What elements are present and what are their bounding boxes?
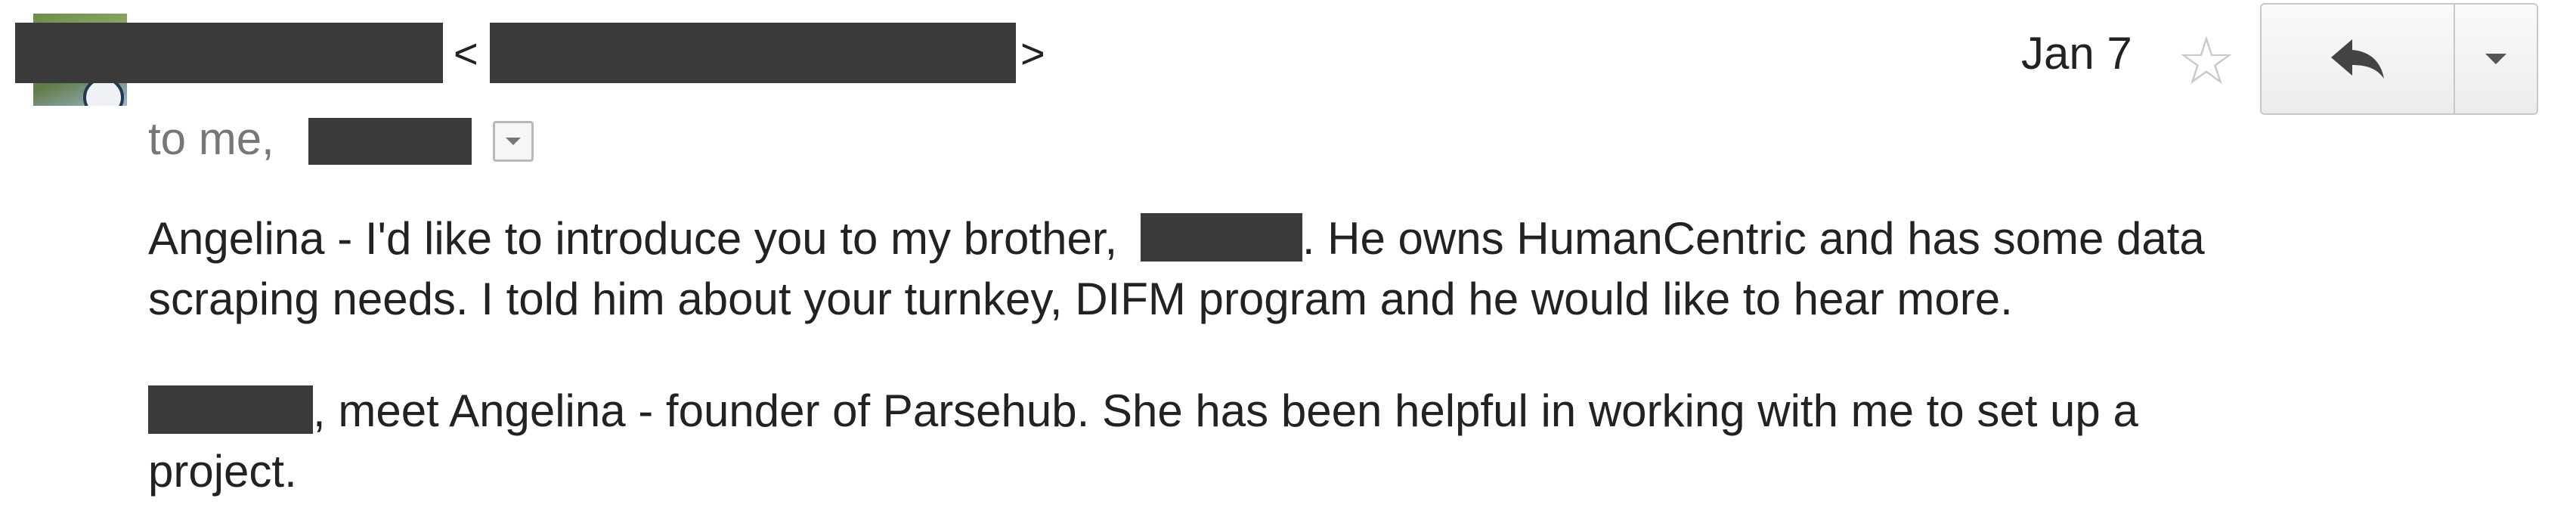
sender-email-close-bracket: > xyxy=(1020,29,1045,77)
name-redacted xyxy=(148,385,313,435)
chevron-down-icon xyxy=(2485,54,2506,64)
body-paragraph-1-line-1: Angelina - I'd like to introduce you to … xyxy=(148,209,2205,269)
more-actions-button[interactable] xyxy=(2455,5,2537,113)
message-date[interactable]: Jan 7 xyxy=(2021,27,2132,80)
body-text-segment: , meet Angelina - founder of Parsehub. S… xyxy=(313,385,2138,436)
reply-icon xyxy=(2331,39,2384,79)
body-paragraph-2-line-2: project. xyxy=(148,446,297,497)
body-paragraph-1-line-2: scraping needs. I told him about your tu… xyxy=(148,274,2013,324)
sender-header: < > xyxy=(15,23,1045,85)
recipients-summary: to me, xyxy=(148,113,274,164)
body-text-segment: Angelina - I'd like to introduce you to … xyxy=(148,213,1118,264)
show-details-button[interactable] xyxy=(493,121,534,162)
sender-email-redacted xyxy=(490,23,1016,83)
reply-button-group xyxy=(2260,3,2538,115)
chevron-down-icon xyxy=(506,138,521,145)
email-message: < > Jan 7 ☆ to me, Angelina - I'd like t… xyxy=(0,0,2576,520)
reply-button[interactable] xyxy=(2262,5,2455,113)
body-text-segment: . He owns HumanCentric and has some data xyxy=(1302,213,2205,264)
sender-email-open-bracket: < xyxy=(454,29,478,77)
sender-name-redacted xyxy=(15,23,443,83)
star-icon[interactable]: ☆ xyxy=(2174,28,2239,94)
body-paragraph-2-line-1: , meet Angelina - founder of Parsehub. S… xyxy=(148,381,2138,441)
recipient-name-redacted xyxy=(308,118,472,165)
name-redacted xyxy=(1140,213,1302,262)
